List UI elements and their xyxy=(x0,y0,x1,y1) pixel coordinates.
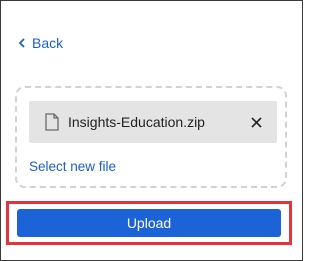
selected-file-chip: Insights-Education.zip xyxy=(29,101,277,143)
back-label: Back xyxy=(32,35,64,51)
upload-panel: Back Insights-Education.zip Select new f… xyxy=(0,0,303,261)
upload-highlight-box: Upload xyxy=(6,201,292,245)
upload-button[interactable]: Upload xyxy=(17,209,281,237)
file-dropzone[interactable]: Insights-Education.zip Select new file xyxy=(15,86,287,188)
close-icon[interactable] xyxy=(249,115,263,129)
select-new-file-link[interactable]: Select new file xyxy=(29,159,116,174)
back-link[interactable]: Back xyxy=(17,35,63,51)
chevron-left-icon xyxy=(17,38,26,48)
file-name: Insights-Education.zip xyxy=(68,114,205,130)
file-icon xyxy=(45,113,59,131)
